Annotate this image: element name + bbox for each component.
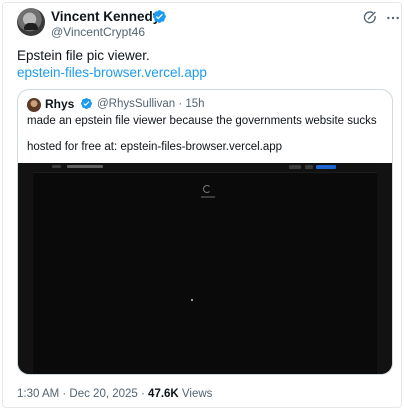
tweet-meta: 1:30 AM · Dec 20, 2025 · 47.6K Views (17, 388, 212, 400)
quoted-author-handle-time[interactable]: @RhysSullivan · 15h (97, 98, 205, 110)
tweet-timestamp[interactable]: 1:30 AM · Dec 20, 2025 · (17, 388, 148, 400)
media-app-button (305, 165, 313, 169)
quoted-author-avatar[interactable] (27, 98, 41, 112)
media-app-button (289, 165, 301, 169)
media-app-topbar (33, 163, 377, 173)
media-app-logo (52, 165, 61, 168)
media-app-title (67, 165, 103, 168)
media-loading-text (201, 196, 215, 198)
author-name[interactable]: Vincent Kennedy (51, 9, 160, 24)
quoted-author-name[interactable]: Rhys (45, 97, 74, 111)
verified-badge-icon (153, 10, 166, 23)
grok-icon[interactable] (362, 10, 378, 26)
quoted-verified-badge-icon (80, 97, 93, 110)
quoted-media-screenshot[interactable] (18, 163, 392, 374)
quoted-text-line: made an epstein file viewer because the … (27, 115, 377, 127)
media-left-edge (18, 163, 33, 374)
media-app-primary-button (316, 165, 336, 169)
media-cursor-icon (191, 299, 193, 301)
media-right-edge (377, 163, 392, 374)
more-icon[interactable] (385, 10, 401, 26)
tweet-link[interactable]: epstein-files-browser.vercel.app (17, 64, 207, 82)
author-handle[interactable]: @VincentCrypt46 (51, 25, 145, 39)
quoted-tweet[interactable]: Rhys @RhysSullivan · 15h made an epstein… (17, 89, 393, 375)
media-loading-spinner-icon (203, 185, 211, 193)
views-count: 47.6K (148, 388, 179, 400)
views-label: Views (178, 388, 213, 400)
author-avatar[interactable] (17, 8, 45, 36)
tweet-text: Epstein file pic viewer. (17, 48, 150, 63)
tweet-card: Vincent Kennedy @VincentCrypt46 Epstein … (2, 2, 402, 408)
quoted-text-line: hosted for free at: epstein-files-browse… (27, 141, 283, 153)
